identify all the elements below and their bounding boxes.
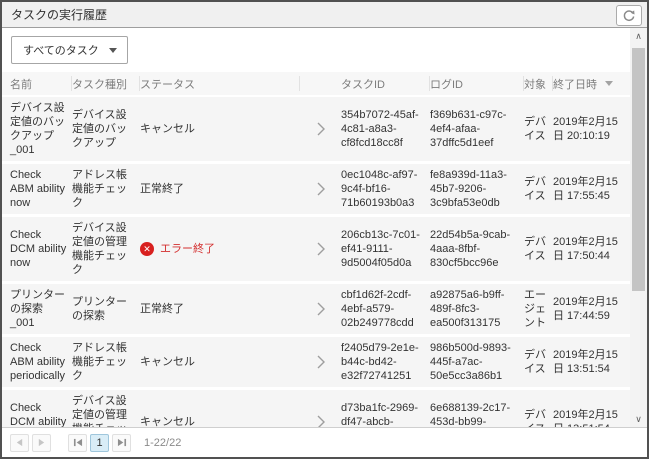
end-time-cell: 2019年2月15日 13:51:54 bbox=[553, 408, 622, 427]
task-name-cell: Check DCM ability periodically bbox=[2, 401, 72, 427]
table-row[interactable]: Check ABM ability periodically アドレス帳機能チェ… bbox=[2, 337, 630, 387]
log-id-cell: 6e688139-2c17-453d-bb99-bbdc48b7ff5a bbox=[430, 401, 524, 427]
end-time-cell: 2019年2月15日 17:55:45 bbox=[553, 175, 622, 203]
row-detail-chevron-icon[interactable] bbox=[300, 181, 341, 197]
row-detail-chevron-icon[interactable] bbox=[300, 241, 341, 257]
vertical-scrollbar[interactable]: ∧ ∨ bbox=[630, 28, 647, 427]
task-name-cell: Check ABM ability now bbox=[2, 168, 72, 210]
row-detail-chevron-icon[interactable] bbox=[300, 354, 341, 370]
log-id-cell: fe8a939d-11a3-45b7-9206-3c9bfa53e0db bbox=[430, 168, 524, 210]
task-status-label: エラー終了 bbox=[160, 242, 215, 256]
table-row[interactable]: Check DCM ability periodically デバイス設定値の管… bbox=[2, 390, 630, 427]
filter-row: すべてのタスク bbox=[2, 28, 630, 72]
task-status-cell: ✕ キャンセル bbox=[140, 355, 300, 369]
task-status-cell: ✕ キャンセル bbox=[140, 122, 300, 136]
task-type-cell: プリンターの探索 bbox=[72, 295, 140, 323]
prev-triangle-icon bbox=[15, 438, 24, 447]
first-page-button[interactable] bbox=[68, 434, 87, 452]
current-page-button[interactable]: 1 bbox=[90, 434, 109, 452]
page-range-label: 1-22/22 bbox=[144, 437, 181, 449]
task-filter-dropdown[interactable]: すべてのタスク bbox=[11, 36, 128, 64]
header-detail bbox=[300, 76, 341, 91]
table-row[interactable]: プリンターの探索_001 プリンターの探索 ✕ 正常終了 cbf1d62f-2c… bbox=[2, 284, 630, 334]
task-name-cell: Check DCM ability now bbox=[2, 228, 72, 270]
header-log-id[interactable]: ログID bbox=[430, 76, 524, 91]
task-name-cell: デバイス設定値のバックアップ_001 bbox=[2, 101, 72, 157]
target-cell: デバイス bbox=[524, 175, 553, 203]
scroll-up-icon[interactable]: ∧ bbox=[630, 28, 647, 44]
header-task-id[interactable]: タスクID bbox=[341, 76, 430, 91]
target-cell: エージェント bbox=[524, 288, 553, 330]
task-history-window: タスクの実行履歴 すべてのタスク 名前 タスク種別 ステータス bbox=[0, 0, 649, 459]
task-id-cell: d73ba1fc-2969-df47-abcb-d07d423bb283 bbox=[341, 401, 430, 427]
header-status[interactable]: ステータス bbox=[140, 76, 300, 91]
task-id-cell: cbf1d62f-2cdf-4ebf-a579-02b249778cdd bbox=[341, 288, 430, 330]
log-id-cell: a92875a6-b9ff-489f-8fc3-ea500f313175 bbox=[430, 288, 524, 330]
task-id-cell: 354b7072-45af-4c81-a8a3-cf8fcd18cc8f bbox=[341, 108, 430, 150]
task-name-cell: Check ABM ability periodically bbox=[2, 341, 72, 383]
pagination-bar: 1 1-22/22 bbox=[2, 427, 647, 457]
row-detail-chevron-icon[interactable] bbox=[300, 301, 341, 317]
table-body: デバイス設定値のバックアップ_001 デバイス設定値のバックアップ ✕ キャンセ… bbox=[2, 97, 630, 427]
last-page-button[interactable] bbox=[112, 434, 131, 452]
task-status-label: キャンセル bbox=[140, 122, 195, 136]
target-cell: デバイス bbox=[524, 408, 553, 427]
task-type-cell: デバイス設定値の管理機能チェック bbox=[72, 221, 140, 277]
scroll-down-icon[interactable]: ∨ bbox=[630, 411, 647, 427]
task-type-cell: アドレス帳機能チェック bbox=[72, 168, 140, 210]
sort-desc-icon bbox=[605, 81, 613, 86]
next-page-button[interactable] bbox=[32, 434, 51, 452]
table-row[interactable]: Check DCM ability now デバイス設定値の管理機能チェック ✕… bbox=[2, 217, 630, 281]
header-end-time[interactable]: 終了日時 bbox=[553, 76, 622, 91]
header-name[interactable]: 名前 bbox=[2, 76, 72, 91]
task-filter-value: すべてのタスク bbox=[23, 42, 99, 58]
log-id-cell: f369b631-c97c-4ef4-afaa-37dffc5d1eef bbox=[430, 108, 524, 150]
header-task-type[interactable]: タスク種別 bbox=[72, 76, 140, 91]
target-cell: デバイス bbox=[524, 115, 553, 143]
refresh-button[interactable] bbox=[616, 5, 642, 26]
task-status-cell: ✕ 正常終了 bbox=[140, 302, 300, 316]
table-row[interactable]: Check ABM ability now アドレス帳機能チェック ✕ 正常終了… bbox=[2, 164, 630, 214]
chevron-down-icon bbox=[109, 48, 117, 53]
row-detail-chevron-icon[interactable] bbox=[300, 121, 341, 137]
task-type-cell: デバイス設定値のバックアップ bbox=[72, 108, 140, 150]
table-row[interactable]: デバイス設定値のバックアップ_001 デバイス設定値のバックアップ ✕ キャンセ… bbox=[2, 97, 630, 161]
target-cell: デバイス bbox=[524, 235, 553, 263]
task-id-cell: f2405d79-2e1e-b44c-bd42-e32f72741251 bbox=[341, 341, 430, 383]
task-name-cell: プリンターの探索_001 bbox=[2, 288, 72, 330]
log-id-cell: 986b500d-9893-445f-a7ac-50e5cc3a86b1 bbox=[430, 341, 524, 383]
task-status-label: キャンセル bbox=[140, 415, 195, 427]
task-status-label: 正常終了 bbox=[140, 302, 184, 316]
target-cell: デバイス bbox=[524, 348, 553, 376]
task-status-label: キャンセル bbox=[140, 355, 195, 369]
end-time-cell: 2019年2月15日 13:51:54 bbox=[553, 348, 622, 376]
task-id-cell: 206cb13c-7c01-ef41-9111-9d5004f05d0a bbox=[341, 228, 430, 270]
end-time-cell: 2019年2月15日 17:44:59 bbox=[553, 295, 622, 323]
refresh-icon bbox=[622, 9, 636, 23]
page-title: タスクの実行履歴 bbox=[11, 6, 107, 23]
task-type-cell: デバイス設定値の管理機能チェック bbox=[72, 394, 140, 427]
task-type-cell: アドレス帳機能チェック bbox=[72, 341, 140, 383]
task-status-cell: ✕ キャンセル bbox=[140, 415, 300, 427]
end-time-cell: 2019年2月15日 20:10:19 bbox=[553, 115, 622, 143]
task-status-label: 正常終了 bbox=[140, 182, 184, 196]
table-header-row: 名前 タスク種別 ステータス タスクID ログID 対象 終了日時 bbox=[2, 72, 630, 95]
titlebar: タスクの実行履歴 bbox=[2, 2, 647, 28]
prev-page-button[interactable] bbox=[10, 434, 29, 452]
window-body: すべてのタスク 名前 タスク種別 ステータス タスクID ログID 対象 終了日… bbox=[2, 28, 647, 457]
task-id-cell: 0ec1048c-af97-9c4f-bf16-71b60193b0a3 bbox=[341, 168, 430, 210]
last-page-icon bbox=[117, 438, 127, 447]
next-triangle-icon bbox=[37, 438, 46, 447]
log-id-cell: 22d54b5a-9cab-4aaa-8fbf-830cf5bcc96e bbox=[430, 228, 524, 270]
scrollbar-thumb[interactable] bbox=[632, 48, 645, 291]
first-page-icon bbox=[73, 438, 83, 447]
task-status-cell: ✕ エラー終了 bbox=[140, 242, 300, 256]
task-list-area: すべてのタスク 名前 タスク種別 ステータス タスクID ログID 対象 終了日… bbox=[2, 28, 630, 427]
error-status-icon: ✕ bbox=[140, 242, 154, 256]
row-detail-chevron-icon[interactable] bbox=[300, 414, 341, 427]
task-status-cell: ✕ 正常終了 bbox=[140, 182, 300, 196]
header-target[interactable]: 対象 bbox=[524, 76, 553, 91]
end-time-cell: 2019年2月15日 17:50:44 bbox=[553, 235, 622, 263]
